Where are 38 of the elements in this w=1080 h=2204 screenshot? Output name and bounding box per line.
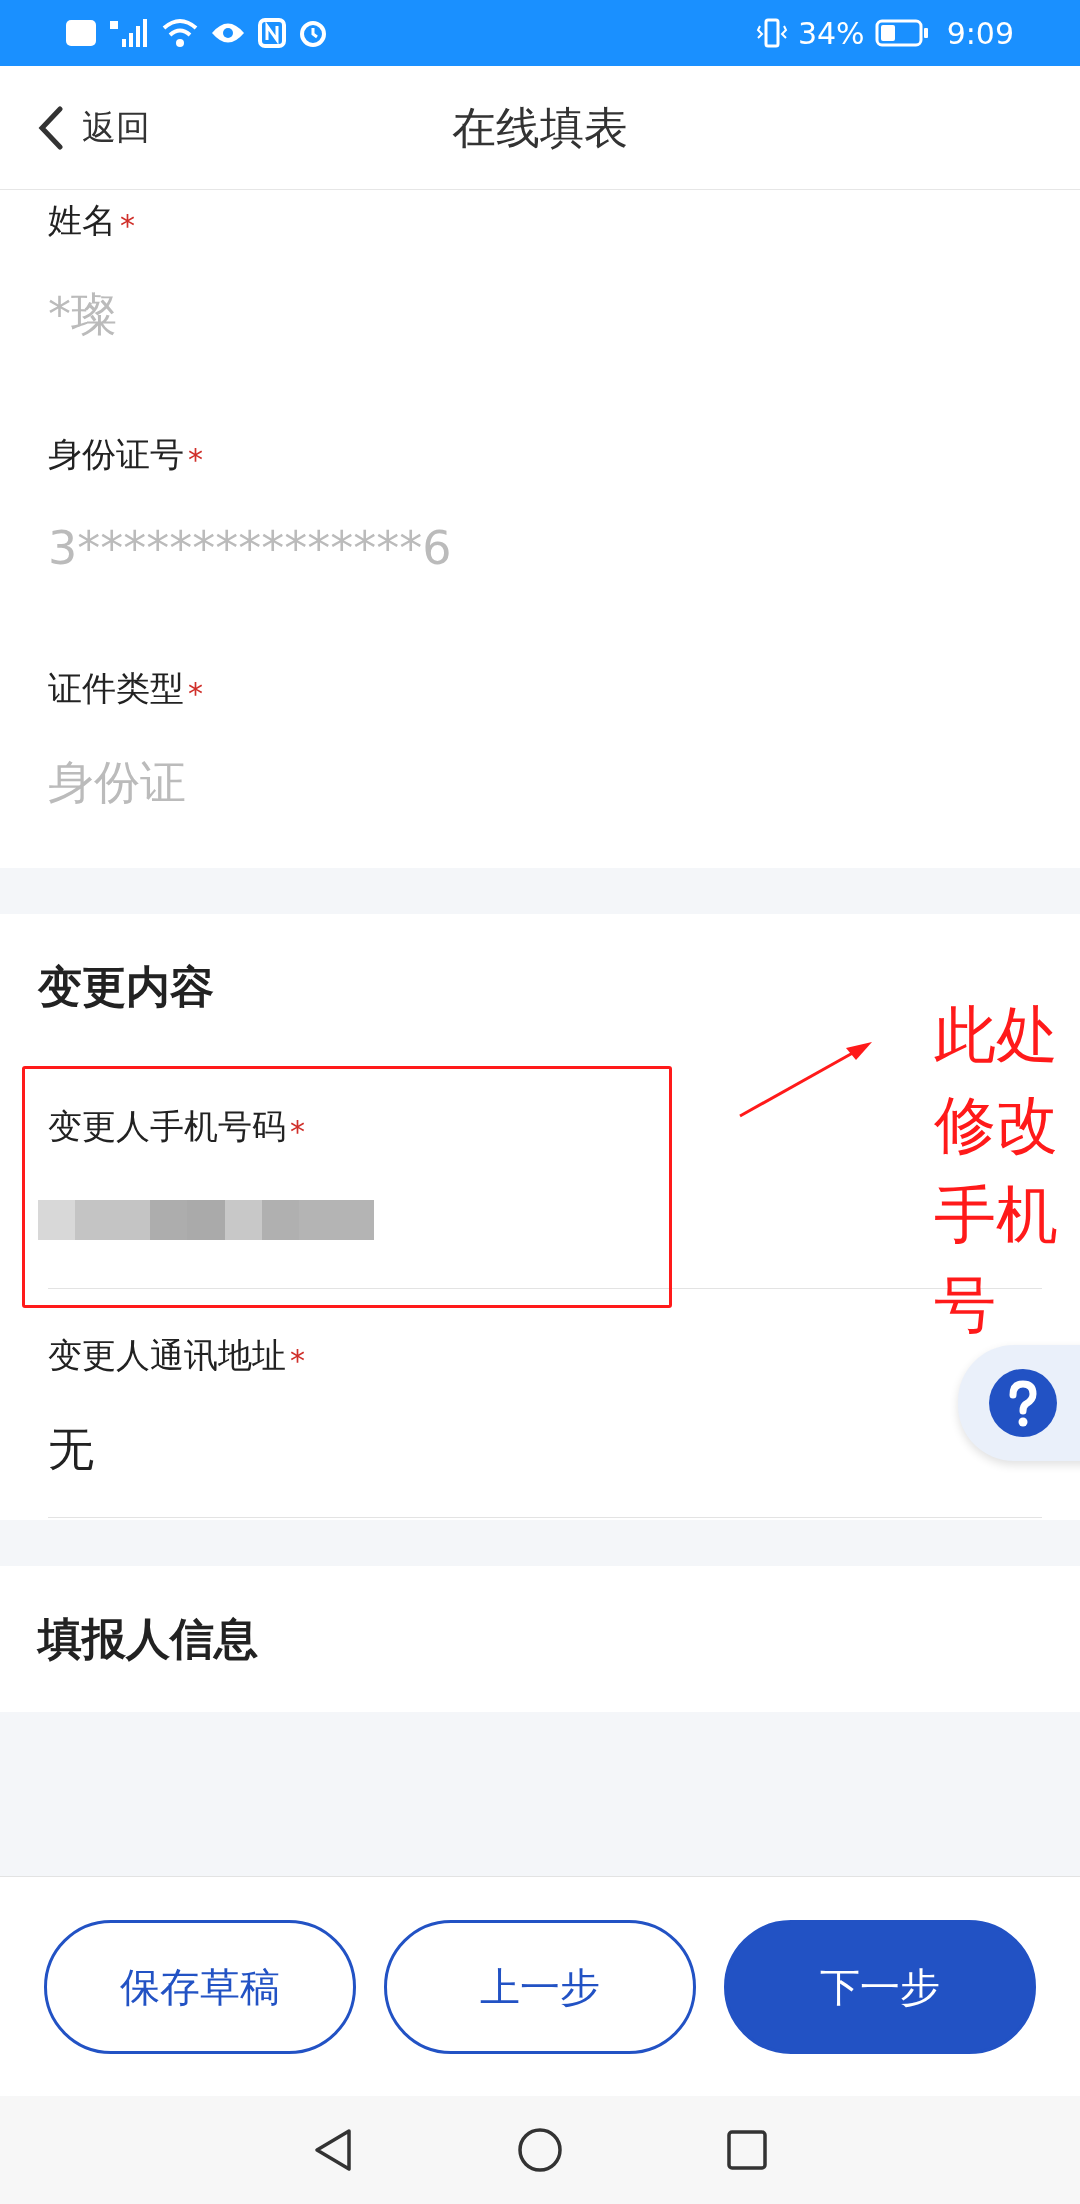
required-mark: *: [188, 441, 203, 479]
annotation-text: 手机: [934, 1177, 1058, 1253]
field-label: 姓名: [48, 199, 116, 242]
back-button[interactable]: 返回: [38, 102, 150, 153]
page-title: 在线填表: [452, 100, 628, 155]
help-button[interactable]: [958, 1345, 1080, 1461]
battery-icon: [874, 19, 929, 47]
help-icon: [988, 1368, 1058, 1438]
recents-nav-icon[interactable]: [727, 2130, 767, 2170]
field-label: 变更人手机号码: [48, 1105, 286, 1148]
field-label: 变更人通讯地址: [48, 1334, 286, 1377]
home-nav-icon[interactable]: [517, 2127, 563, 2173]
required-mark: *: [120, 207, 135, 245]
vibrate-icon: [755, 18, 788, 48]
clock-time: 9:09: [946, 14, 1014, 53]
required-mark: *: [188, 675, 203, 713]
back-nav-icon[interactable]: [313, 2128, 353, 2172]
annotation-text: 号: [934, 1267, 997, 1343]
action-button[interactable]: 下一步: [724, 1919, 1036, 2054]
alarm-icon: [298, 18, 328, 48]
field-label: 证件类型: [48, 667, 184, 710]
required-mark: *: [290, 1113, 305, 1151]
field-value: 无: [48, 1420, 94, 1478]
nfc-icon: [258, 18, 286, 48]
field-value: 3***************6: [48, 519, 452, 577]
section-heading: 填报人信息: [38, 1613, 258, 1664]
action-button[interactable]: 保存草稿: [44, 1919, 356, 2054]
field-label: 身份证号: [48, 433, 184, 476]
field-value: *璨: [48, 285, 117, 343]
signal-icon: [108, 17, 150, 49]
required-mark: *: [290, 1342, 305, 1380]
annotation-text: 此处: [934, 997, 1058, 1073]
wifi-icon: [162, 18, 198, 48]
section-heading: 变更内容: [38, 961, 214, 1012]
action-button[interactable]: 上一步: [384, 1919, 696, 2054]
battery-percentage: 34%: [797, 14, 865, 53]
field-value: 身份证: [48, 753, 186, 811]
annotation-text: 修改: [934, 1087, 1058, 1163]
